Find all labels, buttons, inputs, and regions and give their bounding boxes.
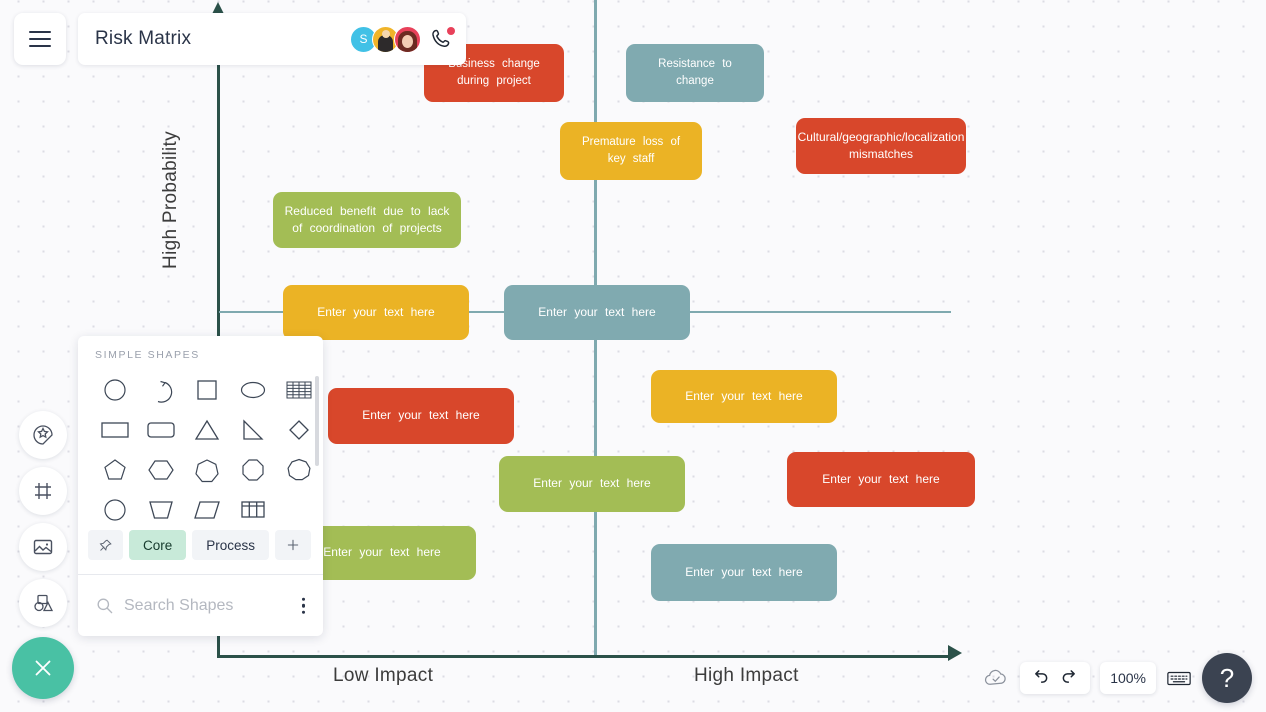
x-axis-label-low: Low Impact [333, 665, 434, 686]
call-notification-badge [447, 27, 455, 35]
note-text: Enter your text here [685, 564, 803, 579]
shape-arc[interactable] [138, 370, 184, 410]
shape-library-tabs: Core Process [88, 530, 312, 560]
tool-frame-button[interactable] [19, 467, 67, 515]
note-text: Enter your text here [533, 476, 651, 491]
document-title-bar[interactable]: Risk Matrix S [78, 13, 466, 65]
shape-diamond[interactable] [276, 410, 322, 450]
help-button[interactable]: ? [1202, 653, 1252, 703]
note-text: Enter your text here [538, 304, 656, 319]
frame-grid-icon [31, 479, 55, 503]
shape-rounded-rectangle[interactable] [138, 410, 184, 450]
zoom-level-label: 100% [1110, 670, 1146, 686]
shape-pentagon[interactable] [92, 450, 138, 490]
avatar[interactable] [394, 25, 421, 53]
tag-pin-button[interactable] [88, 530, 123, 560]
hamburger-line [29, 38, 51, 40]
collaborator-avatars: S [350, 13, 455, 65]
shape-triangle[interactable] [184, 410, 230, 450]
hamburger-menu-button[interactable] [14, 13, 66, 65]
close-panel-button[interactable] [12, 637, 74, 699]
x-axis-label-high: High Impact [694, 665, 799, 686]
y-axis-label: High Probability [160, 131, 181, 269]
note-premature-loss[interactable]: Premature loss of key staff [560, 122, 702, 180]
bottom-right-toolbar: 100% ? [983, 653, 1252, 703]
shape-right-triangle[interactable] [230, 410, 276, 450]
shape-parallelogram[interactable] [184, 490, 230, 530]
plus-icon [285, 537, 301, 553]
shape-nonagon[interactable] [276, 450, 322, 490]
shape-rectangle[interactable] [92, 410, 138, 450]
note-text: Cultural/geographic/localization mismatc… [797, 129, 965, 161]
note-cultural-mismatch[interactable]: Cultural/geographic/localization mismatc… [796, 118, 966, 174]
image-icon [31, 535, 55, 559]
shape-ellipse[interactable] [230, 370, 276, 410]
shape-decagon[interactable] [92, 490, 138, 530]
tool-image-button[interactable] [19, 523, 67, 571]
note-text: Reduced benefit due to lack of coordinat… [284, 203, 450, 235]
shape-striped-table[interactable] [276, 370, 322, 410]
cloud-saved-icon[interactable] [983, 667, 1010, 689]
note-center-green[interactable]: Enter your text here [499, 456, 685, 512]
shape-table-grid[interactable] [230, 490, 276, 530]
tag-add-button[interactable] [275, 530, 312, 560]
kebab-menu-icon[interactable] [301, 597, 305, 614]
note-lower-right-teal[interactable]: Enter your text here [651, 544, 837, 601]
note-left-red[interactable]: Enter your text here [328, 388, 514, 444]
shape-octagon[interactable] [230, 450, 276, 490]
note-resistance-change[interactable]: Resistance to change [626, 44, 764, 102]
note-text: Premature loss of key staff [581, 136, 681, 165]
zoom-level-button[interactable]: 100% [1100, 662, 1156, 694]
note-mid-center-teal[interactable]: Enter your text here [504, 285, 690, 340]
tool-theme-button[interactable] [19, 411, 67, 459]
note-mid-left-yellow[interactable]: Enter your text here [283, 285, 469, 340]
shape-hexagon[interactable] [138, 450, 184, 490]
shape-circle[interactable] [92, 370, 138, 410]
tool-shapes-button[interactable] [19, 579, 67, 627]
pin-icon [98, 538, 113, 553]
note-text: Enter your text here [685, 388, 803, 403]
search-shapes-input[interactable]: Search Shapes [124, 597, 233, 615]
keyboard-icon[interactable] [1166, 669, 1192, 688]
note-text: Enter your text here [822, 471, 940, 486]
note-right-red[interactable]: Enter your text here [787, 452, 975, 507]
note-text: Resistance to change [658, 58, 732, 87]
shape-search-row[interactable]: Search Shapes [78, 575, 323, 636]
shapes-panel-heading: SIMPLE SHAPES [95, 349, 200, 361]
hamburger-line [29, 45, 51, 47]
phone-call-icon[interactable] [430, 27, 455, 51]
palette-sticker-icon [31, 423, 55, 447]
note-reduced-benefit[interactable]: Reduced benefit due to lack of coordinat… [273, 192, 461, 248]
note-text: Enter your text here [362, 408, 480, 423]
search-icon [95, 596, 114, 615]
tag-core-button[interactable]: Core [129, 530, 187, 560]
tag-process-button[interactable]: Process [192, 530, 270, 560]
shapes-panel[interactable]: SIMPLE SHAPES Core Process Search Shapes [78, 336, 323, 636]
undo-redo-group [1020, 662, 1091, 694]
note-right-yellow[interactable]: Enter your text here [651, 370, 837, 423]
page-title: Risk Matrix [95, 28, 192, 49]
shape-trapezoid[interactable] [138, 490, 184, 530]
x-axis-arrow [948, 645, 962, 661]
redo-icon[interactable] [1060, 668, 1080, 688]
hamburger-line [29, 31, 51, 33]
x-axis-line [217, 655, 952, 658]
shape-heptagon[interactable] [184, 450, 230, 490]
undo-icon[interactable] [1030, 668, 1050, 688]
shapes-icon [31, 591, 55, 615]
close-x-icon [30, 655, 56, 681]
note-text: Enter your text here [317, 304, 435, 319]
whiteboard-canvas[interactable]: High Probability Low Impact High Impact … [0, 0, 1266, 712]
note-text: Enter your text here [323, 545, 441, 560]
shape-square[interactable] [184, 370, 230, 410]
shapes-grid [92, 370, 312, 530]
